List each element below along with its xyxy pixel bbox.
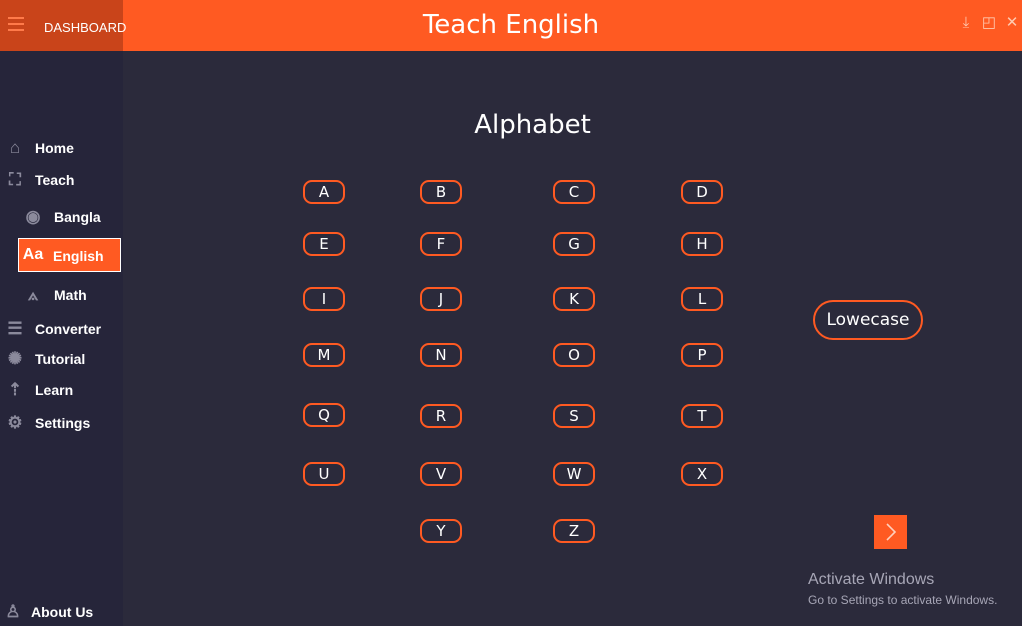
- sidebar-item-about[interactable]: ♙ About Us: [0, 599, 123, 625]
- user-info-icon: ♙: [5, 602, 21, 621]
- letter-button-c[interactable]: C: [553, 180, 595, 204]
- letter-button-q[interactable]: Q: [303, 403, 345, 427]
- learn-upload-icon: ⇡: [7, 380, 23, 399]
- activate-windows-subtitle: Go to Settings to activate Windows.: [808, 593, 998, 607]
- activate-windows-title: Activate Windows: [808, 571, 935, 588]
- chevron-right-icon: [886, 523, 897, 541]
- letter-button-s[interactable]: S: [553, 404, 595, 428]
- letter-button-p[interactable]: P: [681, 343, 723, 367]
- letter-button-m[interactable]: M: [303, 343, 345, 367]
- letter-button-d[interactable]: D: [681, 180, 723, 204]
- letter-button-w[interactable]: W: [553, 462, 595, 486]
- tutorial-icon: ✺: [7, 349, 23, 368]
- home-icon: ⌂: [9, 138, 21, 157]
- letter-button-v[interactable]: V: [420, 462, 462, 486]
- letter-button-n[interactable]: N: [420, 343, 462, 367]
- sidebar-item-math[interactable]: ⟑ Math: [0, 282, 123, 308]
- maximize-icon[interactable]: ◰: [981, 15, 997, 31]
- close-icon[interactable]: ✕: [1004, 15, 1020, 31]
- letter-button-f[interactable]: F: [420, 232, 462, 256]
- sidebar-item-tutorial[interactable]: ✺ Tutorial: [0, 346, 123, 372]
- letter-button-x[interactable]: X: [681, 462, 723, 486]
- sidebar-item-teach[interactable]: ⛶ Teach: [0, 167, 123, 193]
- bangla-icon: ◉: [25, 207, 41, 226]
- app-title: Teach English: [422, 10, 600, 40]
- letter-button-o[interactable]: O: [553, 343, 595, 367]
- letter-button-l[interactable]: L: [681, 287, 723, 311]
- sidebar-item-bangla[interactable]: ◉ Bangla: [0, 204, 123, 230]
- compass-icon: ⟑: [27, 285, 39, 304]
- letter-button-h[interactable]: H: [681, 232, 723, 256]
- letter-button-z[interactable]: Z: [553, 519, 595, 543]
- letter-button-b[interactable]: B: [420, 180, 462, 204]
- next-button[interactable]: [874, 515, 907, 549]
- title-bar: DASHBOARD Teach English ⤓ ◰ ✕: [0, 0, 1022, 51]
- letter-button-k[interactable]: K: [553, 287, 595, 311]
- letter-button-t[interactable]: T: [681, 404, 723, 428]
- sidebar-item-converter[interactable]: ☰ Converter: [0, 316, 123, 342]
- letter-button-r[interactable]: R: [420, 404, 462, 428]
- gear-icon: ⚙: [7, 413, 23, 432]
- sidebar-item-settings[interactable]: ⚙ Settings: [0, 410, 123, 436]
- letter-button-u[interactable]: U: [303, 462, 345, 486]
- letter-button-g[interactable]: G: [553, 232, 595, 256]
- letter-button-y[interactable]: Y: [420, 519, 462, 543]
- download-icon[interactable]: ⤓: [958, 15, 974, 31]
- sidebar-item-english[interactable]: Aa English: [18, 238, 121, 272]
- letter-button-j[interactable]: J: [420, 287, 462, 311]
- font-icon: Aa: [22, 246, 44, 263]
- teacher-icon: ⛶: [9, 170, 21, 189]
- converter-icon: ☰: [7, 319, 23, 338]
- page-title: Alphabet: [474, 110, 591, 140]
- lowercase-button[interactable]: Lowecase: [813, 300, 923, 340]
- sidebar-item-learn[interactable]: ⇡ Learn: [0, 377, 123, 403]
- letter-button-e[interactable]: E: [303, 232, 345, 256]
- letter-button-a[interactable]: A: [303, 180, 345, 204]
- letter-button-i[interactable]: I: [303, 287, 345, 311]
